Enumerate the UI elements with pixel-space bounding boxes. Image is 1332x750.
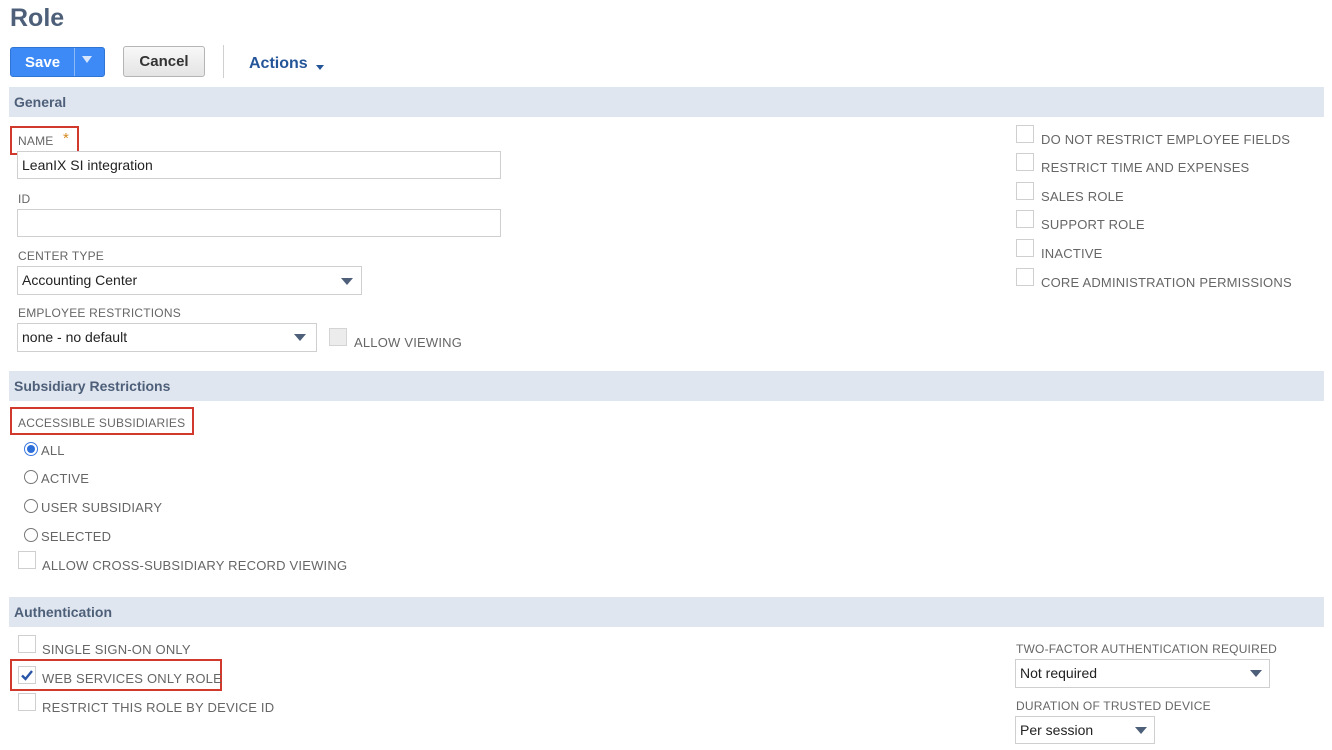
checkbox-restrict-time-and-expenses[interactable] [1016,153,1034,171]
checkbox-core-administration-permissions[interactable] [1016,268,1034,286]
checkbox-label: SUPPORT ROLE [1041,217,1145,232]
page-title: Role [10,4,65,32]
radio-label: USER SUBSIDIARY [41,500,163,515]
radio-user-subsidiary[interactable] [24,499,38,513]
save-divider [74,48,75,76]
web-services-only-label: WEB SERVICES ONLY ROLE [42,671,222,686]
name-label: NAME [18,134,54,148]
checkbox-label: RESTRICT TIME AND EXPENSES [1041,160,1250,175]
center-type-select[interactable]: Accounting Center [17,266,362,295]
id-input[interactable] [17,209,501,237]
restrict-device-id-label: RESTRICT THIS ROLE BY DEVICE ID [42,700,275,715]
radio-label: ALL [41,443,65,458]
radio-all[interactable] [24,442,38,456]
save-button-label: Save [25,54,61,71]
restrict-device-id-checkbox[interactable] [18,693,36,711]
section-authentication-header[interactable]: Authentication [9,597,1324,627]
center-type-value: Accounting Center [22,272,138,288]
two-factor-label: TWO-FACTOR AUTHENTICATION REQUIRED [1016,642,1278,656]
employee-restrictions-value: none - no default [22,329,128,345]
cross-subsidiary-label: ALLOW CROSS-SUBSIDIARY RECORD VIEWING [42,558,348,573]
radio-selected[interactable] [24,528,38,542]
section-subsidiary-header[interactable]: Subsidiary Restrictions [9,371,1324,401]
trusted-device-label: DURATION OF TRUSTED DEVICE [1016,699,1211,713]
checkbox-label: DO NOT RESTRICT EMPLOYEE FIELDS [1041,132,1291,147]
two-factor-value: Not required [1020,665,1098,681]
allow-viewing-label: ALLOW VIEWING [354,335,463,350]
chevron-down-icon[interactable] [1250,670,1262,677]
required-star: * [63,130,69,147]
checkbox-do-not-restrict-employee-fields[interactable] [1016,125,1034,143]
chevron-down-icon[interactable] [294,334,306,341]
name-input[interactable]: LeanIX SI integration [17,151,501,179]
actions-caret-icon[interactable] [316,65,324,70]
web-services-only-checkbox[interactable] [18,666,36,684]
center-type-label: CENTER TYPE [18,249,104,263]
sso-only-label: SINGLE SIGN-ON ONLY [42,642,191,657]
radio-label: SELECTED [41,529,112,544]
checkbox-label: SALES ROLE [1041,189,1124,204]
save-button[interactable]: Save [10,47,105,77]
section-general-header[interactable]: General [9,87,1324,117]
id-label: ID [18,192,31,206]
checkbox-label: INACTIVE [1041,246,1103,261]
actions-menu[interactable]: Actions [249,55,308,73]
checkbox-support-role[interactable] [1016,210,1034,228]
employee-restrictions-label: EMPLOYEE RESTRICTIONS [18,306,181,320]
radio-label: ACTIVE [41,471,90,486]
checkbox-inactive[interactable] [1016,239,1034,257]
employee-restrictions-select[interactable]: none - no default [17,323,317,352]
chevron-down-icon[interactable] [341,278,353,285]
toolbar-divider [223,45,224,78]
trusted-device-select[interactable]: Per session [1015,716,1155,744]
checkbox-sales-role[interactable] [1016,182,1034,200]
cancel-button[interactable]: Cancel [123,46,205,77]
chevron-down-icon[interactable] [82,56,92,63]
chevron-down-icon[interactable] [1135,727,1147,734]
checkbox-label: CORE ADMINISTRATION PERMISSIONS [1041,275,1292,290]
two-factor-select[interactable]: Not required [1015,659,1270,688]
trusted-device-value: Per session [1020,722,1094,738]
accessible-subsidiaries-label: ACCESSIBLE SUBSIDIARIES [18,416,186,430]
checkmark-icon [21,670,33,681]
cross-subsidiary-checkbox[interactable] [18,551,36,569]
allow-viewing-checkbox[interactable] [329,328,347,346]
radio-active[interactable] [24,470,38,484]
sso-only-checkbox[interactable] [18,635,36,653]
